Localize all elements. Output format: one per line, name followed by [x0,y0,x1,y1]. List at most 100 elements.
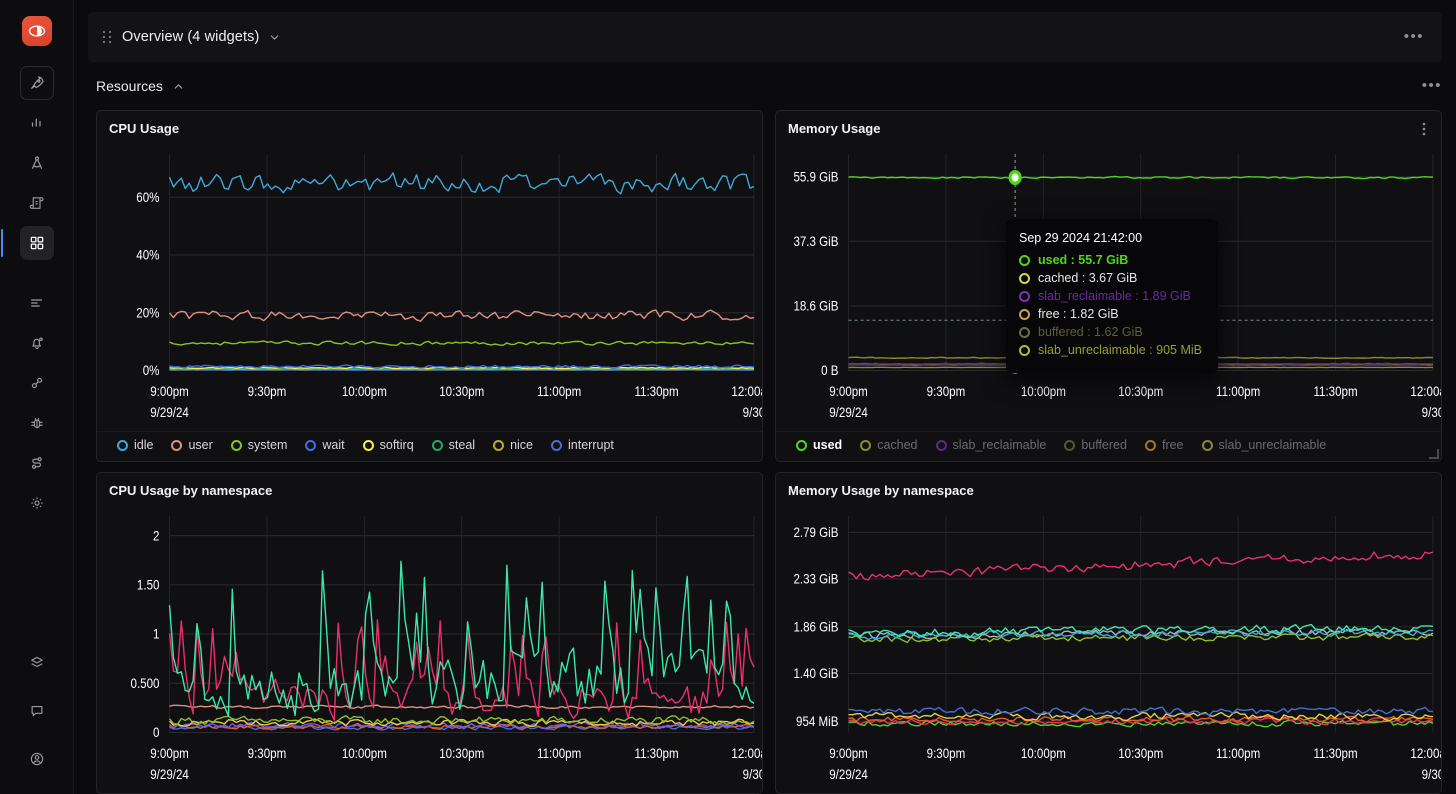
panel-resize-handle[interactable] [1429,449,1439,459]
section-menu-button[interactable]: ••• [1404,32,1424,42]
panel-header: Memory Usage by namespace [776,473,1441,502]
legend-color-dot [1145,440,1156,451]
legend-item[interactable]: interrupt [551,438,614,452]
y-tick-label: 18.6 GiB [793,299,838,314]
x-tick-label: 9:30pm [927,384,966,399]
x-axis-start-date: 9/29/24 [150,767,189,782]
x-tick-label: 11:30pm [1313,384,1357,399]
y-axis-labels: 60%40%20%0% [136,190,159,378]
legend-label: system [248,438,288,452]
legend-label: slab_unreclaimable [1219,438,1327,452]
cpu-namespace-plot[interactable]: 21.5010.5000 9:00pm9:30pm10:00pm10:30pm1… [97,502,762,793]
tooltip-row: free : 1.82 GiB [1019,307,1205,321]
cpu-usage-plot[interactable]: 60%40%20%0% 9:00pm9:30pm10:00pm10:30pm11… [97,140,762,431]
sidebar-item-traces[interactable] [20,446,54,480]
kebab-menu-icon[interactable] [1419,122,1429,136]
x-tick-label: 10:00pm [1021,384,1066,399]
highlight-point [1010,172,1020,184]
legend-item[interactable]: cached [860,438,917,452]
gear-icon [28,494,46,512]
legend-color-dot [796,440,807,451]
x-axis-end-date: 9/30 [1422,767,1441,782]
legend-item[interactable]: slab_reclaimable [936,438,1047,452]
legend-item[interactable]: used [796,438,842,452]
x-axis-end-date: 9/30 [743,405,762,420]
sidebar-item-apm[interactable] [20,146,54,180]
sidebar-item-events[interactable] [20,286,54,320]
sidebar-item-metrics[interactable] [20,106,54,140]
legend-color-dot [936,440,947,451]
y-tick-label: 55.9 GiB [793,170,838,185]
account-icon [28,750,46,768]
tooltip-label: slab_reclaimable : 1.89 GiB [1038,289,1191,303]
legend-item[interactable]: buffered [1064,438,1127,452]
y-tick-label: 0 B [821,363,838,378]
y-tick-label: 1.40 GiB [793,666,838,681]
x-axis-labels: 9:00pm9:30pm10:00pm10:30pm11:00pm11:30pm… [150,384,762,420]
widget-grid: CPU Usage 60%40%20%0% 9:00pm9:30pm10:00p… [88,110,1456,794]
sidebar-item-layers[interactable] [20,646,54,680]
tooltip-row: cached : 3.67 GiB [1019,271,1205,285]
drag-handle-icon[interactable] [98,30,116,44]
tooltip-label: free : 1.82 GiB [1038,307,1119,321]
legend-label: slab_reclaimable [953,438,1047,452]
legend-item[interactable]: softirq [363,438,414,452]
chevron-up-icon[interactable] [172,80,185,93]
legend-item[interactable]: wait [305,438,344,452]
panel-header: CPU Usage by namespace [97,473,762,502]
x-tick-label: 9:30pm [248,384,287,399]
chevron-down-icon[interactable] [268,31,281,44]
compass-icon [28,154,46,172]
sidebar-item-dashboards[interactable] [20,226,54,260]
tooltip-color-dot [1019,327,1030,338]
main-content: Overview (4 widgets) ••• Resources ••• C… [74,0,1456,794]
cpu-namespace-svg: 21.5010.5000 9:00pm9:30pm10:00pm10:30pm1… [97,502,762,793]
legend-color-dot [551,440,562,451]
x-tick-label: 10:30pm [1118,384,1163,399]
sidebar-item-integrations[interactable] [20,366,54,400]
legend-item[interactable]: free [1145,438,1184,452]
y-tick-label: 0% [143,363,160,378]
legend-label: idle [134,438,153,452]
legend-item[interactable]: nice [493,438,533,452]
tooltip-row: buffered : 1.62 GiB [1019,325,1205,339]
y-tick-label: 1 [153,627,159,642]
memory-namespace-plot[interactable]: 2.79 GiB2.33 GiB1.86 GiB1.40 GiB954 MiB … [776,502,1441,793]
x-tick-label: 9:00pm [829,746,868,761]
y-tick-label: 1.50 [137,578,160,593]
bell-icon [28,334,46,352]
sidebar-item-explore[interactable] [20,66,54,100]
legend-item[interactable]: user [171,438,212,452]
legend-item[interactable]: system [231,438,288,452]
legend-label: steal [449,438,475,452]
x-axis-end-date: 9/30 [1422,405,1441,420]
panel-title: Memory Usage by namespace [788,483,974,498]
panel-title: Memory Usage [788,121,880,136]
legend-color-dot [171,440,182,451]
sidebar-item-errors[interactable] [20,406,54,440]
tooltip-row: slab_reclaimable : 1.89 GiB [1019,289,1205,303]
legend-item[interactable]: steal [432,438,475,452]
legend-item[interactable]: idle [117,438,153,452]
legend-color-dot [305,440,316,451]
x-tick-label: 12:00am [731,384,762,399]
y-tick-label: 2.79 GiB [793,525,838,540]
sidebar-item-account[interactable] [20,742,54,776]
plug-icon [28,374,46,392]
legend-item[interactable]: slab_unreclaimable [1202,438,1327,452]
app-logo[interactable] [22,16,52,46]
sidebar-item-support[interactable] [20,694,54,728]
x-tick-label: 11:00pm [537,384,581,399]
cpu-usage-svg: 60%40%20%0% 9:00pm9:30pm10:00pm10:30pm11… [97,140,762,431]
tooltip-label: buffered : 1.62 GiB [1038,325,1143,339]
bug-icon [28,414,46,432]
list-icon [28,294,46,312]
legend-color-dot [1064,440,1075,451]
panel-title: CPU Usage by namespace [109,483,272,498]
x-tick-label: 10:00pm [342,746,387,761]
x-axis-end-date: 9/30 [743,767,762,782]
sidebar-item-alerts[interactable] [20,326,54,360]
sidebar-item-logs[interactable] [20,186,54,220]
group-menu-button[interactable]: ••• [1422,81,1442,91]
sidebar-item-settings[interactable] [20,486,54,520]
